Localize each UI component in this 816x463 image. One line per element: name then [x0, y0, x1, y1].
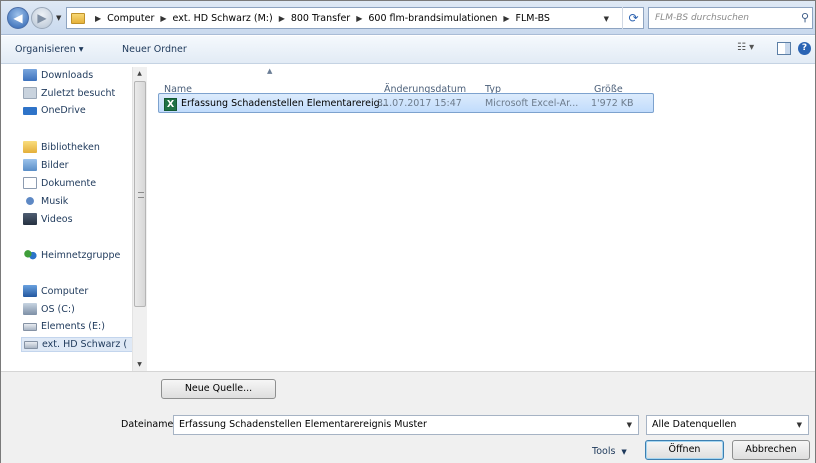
nav-item-label: ext. HD Schwarz (: [42, 339, 128, 350]
breadcrumb-item[interactable]: Computer: [107, 13, 154, 24]
drive-icon: [23, 322, 37, 331]
breadcrumb-item[interactable]: FLM-BS: [516, 13, 550, 24]
organize-button[interactable]: Organisieren ▾: [15, 44, 84, 55]
new-source-button[interactable]: Neue Quelle...: [161, 379, 276, 399]
nav-item-label: OS (C:): [41, 303, 75, 315]
nav-item-computer[interactable]: Computer: [23, 285, 88, 297]
nav-item-label: Zuletzt besucht: [41, 87, 116, 99]
help-icon[interactable]: ?: [798, 42, 811, 55]
scrollbar-grip: [138, 192, 144, 198]
address-bar-region: ◀ ▶ ▼ ▶ Computer ▶ ext. HD Schwarz (M:) …: [1, 1, 815, 35]
breadcrumb-item[interactable]: ext. HD Schwarz (M:): [173, 13, 273, 24]
nav-item-label: OneDrive: [41, 105, 86, 116]
command-bar: Organisieren ▾ Neuer Ordner ☷ ▾ ?: [1, 36, 815, 64]
address-dropdown-icon[interactable]: ▼: [604, 15, 609, 23]
documents-icon: [23, 177, 37, 189]
filename-combobox[interactable]: Erfassung Schadenstellen Elementarereign…: [173, 415, 639, 435]
nav-item-label: Musik: [41, 195, 69, 207]
recent-pages-dropdown[interactable]: ▼: [56, 14, 61, 22]
nav-item-os-drive[interactable]: OS (C:): [23, 303, 75, 315]
search-placeholder: FLM-BS durchsuchen: [655, 13, 750, 23]
nav-item-elements-drive[interactable]: Elements (E:): [23, 321, 105, 332]
os-drive-icon: [23, 303, 37, 315]
new-folder-button[interactable]: Neuer Ordner: [122, 44, 187, 55]
nav-item-label: Computer: [41, 285, 89, 297]
breadcrumb-separator[interactable]: ▶: [503, 14, 509, 23]
downloads-icon: [23, 69, 37, 81]
music-icon: [23, 195, 37, 207]
file-list: ▲ Name Änderungsdatum Typ Größe X Erfass…: [148, 65, 815, 371]
forward-button[interactable]: ▶: [31, 7, 53, 29]
cancel-button[interactable]: Abbrechen: [732, 440, 810, 460]
nav-item-homegroup[interactable]: Heimnetzgruppe: [23, 249, 120, 261]
scroll-up-arrow-icon[interactable]: ▲: [133, 70, 146, 77]
file-type-filter[interactable]: Alle Datenquellen ▼: [646, 415, 809, 435]
open-button[interactable]: Öffnen: [645, 440, 724, 460]
refresh-icon[interactable]: ⟳: [622, 7, 644, 29]
videos-icon: [23, 213, 37, 225]
breadcrumb-separator[interactable]: ▶: [356, 14, 362, 23]
file-name: Erfassung Schadenstellen Elementarereig.…: [181, 98, 389, 109]
nav-item-recent[interactable]: Zuletzt besucht: [23, 87, 115, 99]
dialog-footer: Neue Quelle... Dateiname: Erfassung Scha…: [1, 371, 815, 463]
tools-label: Tools: [592, 446, 616, 457]
nav-item-videos[interactable]: Videos: [23, 213, 73, 225]
file-size: 1'972 KB: [591, 98, 634, 109]
computer-icon: [23, 285, 37, 297]
filter-value: Alle Datenquellen: [652, 419, 737, 430]
sort-indicator-icon: ▲: [267, 67, 273, 75]
nav-item-onedrive[interactable]: OneDrive: [23, 105, 86, 116]
breadcrumb-item[interactable]: 800 Transfer: [291, 13, 350, 24]
search-icon[interactable]: ⚲: [801, 8, 809, 28]
nav-item-label: Downloads: [41, 69, 94, 81]
file-row[interactable]: X Erfassung Schadenstellen Elementarerei…: [158, 93, 654, 113]
address-bar[interactable]: ▶ Computer ▶ ext. HD Schwarz (M:) ▶ 800 …: [66, 7, 644, 29]
libraries-icon: [23, 141, 37, 153]
navigation-pane: Downloads Zuletzt besucht OneDrive Bibli…: [1, 65, 147, 371]
file-date: 31.07.2017 15:47: [377, 98, 462, 109]
pictures-icon: [23, 159, 37, 171]
nav-item-music[interactable]: Musik: [23, 195, 68, 207]
nav-item-pictures[interactable]: Bilder: [23, 159, 69, 171]
homegroup-icon: [23, 249, 37, 261]
nav-item-ext-hd-schwarz[interactable]: ext. HD Schwarz (: [21, 337, 145, 352]
breadcrumb-separator: ▶: [95, 13, 102, 23]
folder-icon: [71, 12, 85, 24]
chevron-down-icon: ▼: [621, 448, 627, 456]
file-open-dialog: ◀ ▶ ▼ ▶ Computer ▶ ext. HD Schwarz (M:) …: [0, 0, 816, 463]
back-button[interactable]: ◀: [7, 7, 29, 29]
chevron-down-icon[interactable]: ▼: [797, 416, 802, 434]
search-input[interactable]: FLM-BS durchsuchen ⚲: [648, 7, 813, 29]
nav-item-label: Bilder: [41, 159, 69, 171]
nav-item-documents[interactable]: Dokumente: [23, 177, 96, 189]
file-type: Microsoft Excel-Ar...: [485, 98, 579, 109]
nav-item-label: Dokumente: [41, 177, 97, 189]
tools-menu[interactable]: Tools ▼: [592, 446, 627, 457]
chevron-down-icon[interactable]: ▼: [627, 416, 632, 434]
nav-item-label: Videos: [41, 213, 73, 225]
nav-item-label: Bibliotheken: [41, 141, 100, 153]
excel-file-icon: X: [164, 98, 177, 111]
change-view-icon[interactable]: ☷ ▾: [737, 42, 765, 58]
recent-places-icon: [23, 87, 37, 99]
filename-value[interactable]: Erfassung Schadenstellen Elementarereign…: [179, 419, 427, 430]
breadcrumb-separator[interactable]: ▶: [160, 14, 166, 23]
nav-item-label: Elements (E:): [41, 321, 105, 332]
preview-pane-icon[interactable]: [777, 42, 791, 55]
nav-item-libraries[interactable]: Bibliotheken: [23, 141, 100, 153]
nav-item-downloads[interactable]: Downloads: [23, 69, 93, 81]
filename-label: Dateiname:: [121, 419, 177, 430]
drive-icon: [24, 340, 38, 349]
onedrive-icon: [23, 106, 37, 115]
nav-item-label: Heimnetzgruppe: [41, 249, 121, 261]
nav-scrollbar[interactable]: ▲ ▼: [132, 67, 147, 371]
scrollbar-thumb[interactable]: [134, 81, 146, 307]
breadcrumb-separator[interactable]: ▶: [279, 14, 285, 23]
breadcrumb-item[interactable]: 600 flm-brandsimulationen: [368, 13, 497, 24]
scroll-down-arrow-icon[interactable]: ▼: [133, 361, 146, 368]
